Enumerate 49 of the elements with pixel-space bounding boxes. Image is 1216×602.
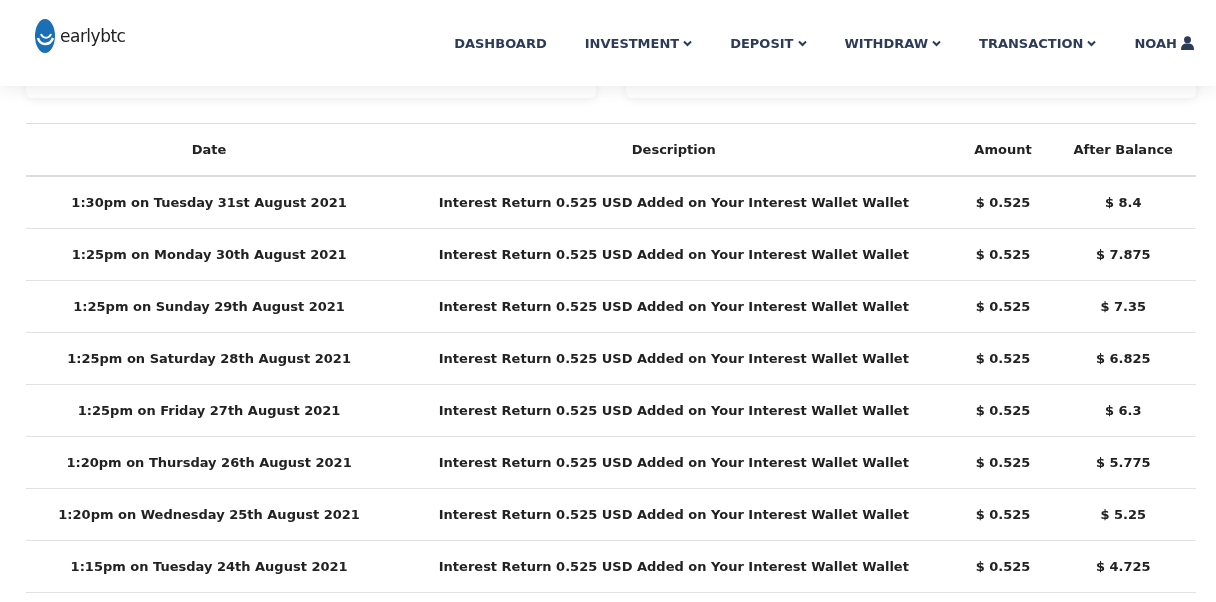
table-cell: $ 7.35: [1050, 280, 1196, 333]
table-cell: Interest Return 0.525 USD Added on Your Interest Wallet Wallet: [392, 540, 956, 593]
chevron-down-icon: [1087, 39, 1097, 47]
chevron-down-icon: [932, 39, 942, 47]
table-cell: Interest Return 0.525 USD Added on Your Interest Wallet Wallet: [392, 228, 956, 281]
table-cell: $ 0.525: [955, 384, 1051, 437]
table-cell: 1:25pm on Friday 27th August 2021: [26, 384, 393, 437]
chevron-down-icon: [797, 39, 807, 47]
nav-link[interactable]: WITHDRAW: [844, 35, 942, 51]
table-cell: $ 8.4: [1050, 176, 1196, 229]
table-cell: Interest Return 0.525 USD Added on Your Interest Wallet Wallet: [392, 332, 956, 385]
table-cell: $ 5.775: [1050, 436, 1196, 489]
table-cell: Interest Return 0.525 USD Added on Your Interest Wallet Wallet: [392, 384, 956, 437]
user-menu[interactable]: NOAH: [1134, 35, 1194, 51]
table-cell: $ 4.725: [1050, 540, 1196, 593]
table-cell: Interest Return 0.525 USD Added on Your Interest Wallet Wallet: [392, 280, 956, 333]
table-cell: 1:25pm on Sunday 29th August 2021: [26, 280, 393, 333]
table-cell: Interest Return 0.525 USD Added on Your Interest Wallet Wallet: [392, 176, 956, 229]
table-cell: $ 0.525: [955, 540, 1051, 593]
nav-link[interactable]: DASHBOARD: [454, 35, 547, 51]
table-cell: $ 0.525: [955, 488, 1051, 541]
table-cell: 1:15pm on Tuesday 24th August 2021: [26, 540, 393, 593]
column-header: Description: [392, 123, 956, 176]
table-cell: Interest Return 0.525 USD Added on Your Interest Wallet Wallet: [392, 436, 956, 489]
table-cell: $ 6.825: [1050, 332, 1196, 385]
table-cell: 1:25pm on Saturday 28th August 2021: [26, 332, 393, 385]
table-cell: $ 5.25: [1050, 488, 1196, 541]
table-cell: 1:20pm on Thursday 26th August 2021: [26, 436, 393, 489]
logo-icon: [34, 18, 56, 54]
column-header: After Balance: [1050, 123, 1196, 176]
nav-link[interactable]: TRANSACTION: [979, 35, 1097, 51]
column-header: Date: [26, 123, 393, 176]
table-cell: $ 0.525: [955, 332, 1051, 385]
table-cell: Interest Return 0.525 USD Added on Your Interest Wallet Wallet: [392, 488, 956, 541]
user-icon: [1181, 36, 1194, 50]
logo-text: earlybtc: [60, 26, 126, 46]
table-cell: 1:25pm on Monday 30th August 2021: [26, 228, 393, 281]
table-cell: $ 7.875: [1050, 228, 1196, 281]
table-cell: $ 0.525: [955, 436, 1051, 489]
nav-link[interactable]: DEPOSIT: [730, 35, 807, 51]
table-cell: 1:20pm on Wednesday 25th August 2021: [26, 488, 393, 541]
table-cell: $ 6.3: [1050, 384, 1196, 437]
table-cell: $ 0.525: [955, 280, 1051, 333]
column-header: Amount: [955, 123, 1051, 176]
nav-link[interactable]: INVESTMENT: [584, 35, 693, 51]
table-cell: $ 0.525: [955, 176, 1051, 229]
chevron-down-icon: [683, 39, 693, 47]
table-cell: 1:30pm on Tuesday 31st August 2021: [26, 176, 393, 229]
table-cell: $ 0.525: [955, 228, 1051, 281]
